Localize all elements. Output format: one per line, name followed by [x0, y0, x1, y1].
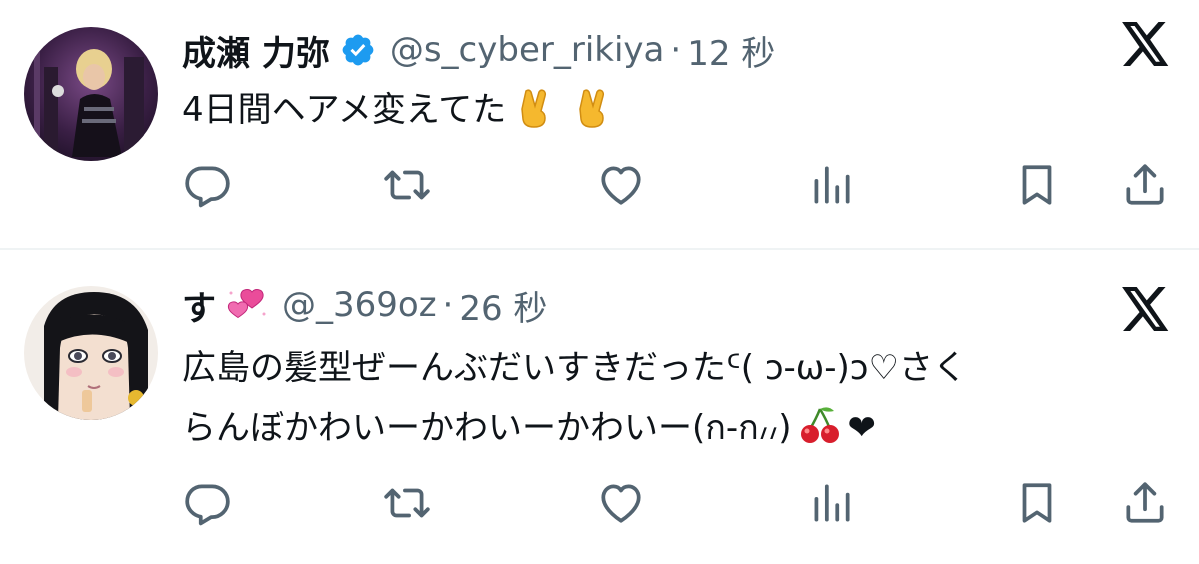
tweet-feed: 成瀬 力弥 @s_cyber_rikiya · 12 秒 4日間ヘアメ変えてた — [0, 0, 1199, 564]
separator-dot: · — [670, 30, 682, 70]
victory-hand-emoji — [570, 85, 614, 129]
handle[interactable]: @s_cyber_rikiya — [390, 30, 665, 70]
tweet-text-line: らんぼかわいーかわいーかわいー(ก-ก៸៸) ❤ — [182, 398, 1172, 458]
display-name[interactable]: 成瀬 力弥 — [182, 26, 330, 75]
timestamp[interactable]: 12 秒 — [687, 26, 775, 75]
tweet[interactable]: 成瀬 力弥 @s_cyber_rikiya · 12 秒 4日間ヘアメ変えてた — [0, 0, 1199, 248]
avatar[interactable] — [24, 286, 158, 420]
share-icon[interactable] — [1120, 478, 1170, 528]
victory-hand-emoji — [512, 85, 556, 129]
reply-icon[interactable] — [182, 478, 232, 528]
display-name[interactable]: す — [182, 281, 216, 330]
share-icon[interactable] — [1120, 160, 1170, 210]
like-icon[interactable] — [596, 160, 646, 210]
tweet-text: 4日間ヘアメ変えてた — [182, 80, 1172, 140]
tweet-text-body: らんぼかわいーかわいーかわいー(ก-ก៸៸) — [182, 408, 792, 448]
black-heart: ❤ — [847, 408, 877, 448]
two-hearts-emoji — [226, 284, 268, 326]
tweet-text-line: 広島の髪型ぜーんぶだいすきだったᑦ( ɔ-ω-)ɔ♡さく — [182, 348, 967, 388]
tweet[interactable]: す @_369oz · 26 秒 広島の髪型ぜーんぶだいすきだったᑦ( ɔ-ω-… — [0, 250, 1199, 564]
views-icon[interactable] — [806, 478, 856, 528]
like-icon[interactable] — [596, 478, 646, 528]
tweet-text-body: 4日間ヘアメ変えてた — [182, 90, 507, 130]
action-bar — [0, 478, 1199, 528]
retweet-icon[interactable] — [382, 160, 432, 210]
timestamp[interactable]: 26 秒 — [459, 281, 547, 330]
x-logo-icon — [1122, 287, 1170, 331]
avatar[interactable] — [24, 27, 158, 161]
retweet-icon[interactable] — [382, 478, 432, 528]
bookmark-icon[interactable] — [1012, 160, 1062, 210]
verified-badge-icon — [340, 32, 376, 68]
reply-icon[interactable] — [182, 160, 232, 210]
separator-dot: · — [442, 285, 454, 325]
tweet-header: 成瀬 力弥 @s_cyber_rikiya · 12 秒 — [182, 22, 775, 78]
tweet-text: 広島の髪型ぜーんぶだいすきだったᑦ( ɔ-ω-)ɔ♡さく らんぼかわいーかわいー… — [182, 338, 1172, 458]
tweet-header: す @_369oz · 26 秒 — [182, 277, 547, 333]
handle[interactable]: @_369oz — [282, 285, 437, 325]
views-icon[interactable] — [806, 160, 856, 210]
action-bar — [0, 160, 1199, 210]
cherries-emoji — [798, 403, 842, 447]
x-logo-icon — [1122, 22, 1170, 66]
bookmark-icon[interactable] — [1012, 478, 1062, 528]
